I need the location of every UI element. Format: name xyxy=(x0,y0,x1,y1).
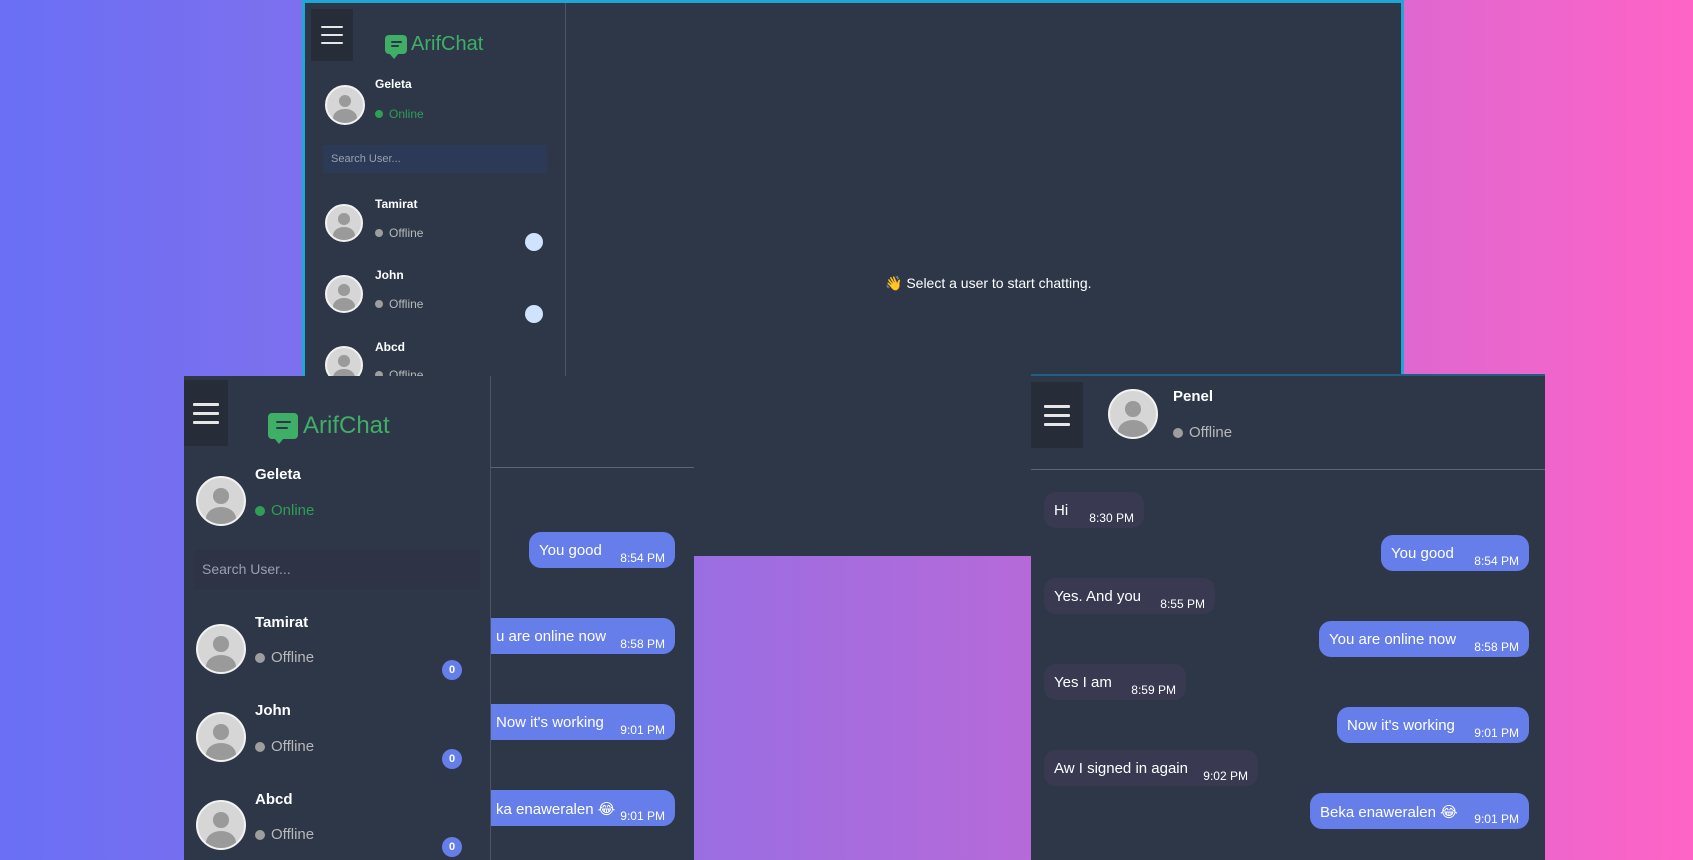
unread-badge: 0 xyxy=(442,749,462,769)
current-user-name: Geleta xyxy=(375,77,412,91)
hamburger-icon xyxy=(1044,404,1070,408)
sidebar: ArifChat Geleta Online Tamirat Offline 0… xyxy=(184,376,491,860)
offline-dot-icon xyxy=(1173,427,1183,438)
unread-badge: 0 xyxy=(442,660,462,680)
offline-dot-icon xyxy=(255,741,265,752)
current-user-status: Online xyxy=(375,107,424,121)
offline-dot-icon xyxy=(375,300,383,308)
offline-dot-icon xyxy=(255,652,265,663)
offline-dot-icon xyxy=(375,229,383,237)
avatar xyxy=(325,204,363,242)
chat-bubble-icon xyxy=(268,413,298,444)
message-outgoing: You good 8:54 PM xyxy=(529,532,675,568)
search-input[interactable] xyxy=(323,145,547,173)
mobile-conversation-window: Penel Offline Hi 8:30 PM You good 8:54 PM … xyxy=(1031,374,1545,860)
user-name: Abcd xyxy=(375,340,405,354)
search-input[interactable] xyxy=(194,549,480,589)
empty-state-text: 👋 Select a user to start chatting. xyxy=(885,275,1092,291)
user-name: Tamirat xyxy=(255,614,309,631)
header-divider xyxy=(1031,469,1545,470)
current-user-status: Online xyxy=(255,502,314,519)
user-status: Offline xyxy=(255,738,314,755)
message-incoming: Aw I signed in again 9:02 PM xyxy=(1044,750,1258,786)
message-outgoing: Now it's working 9:01 PM xyxy=(474,704,675,740)
user-name: Tamirat xyxy=(375,197,418,211)
avatar xyxy=(196,800,246,850)
user-name: John xyxy=(375,268,404,282)
current-user-name: Geleta xyxy=(255,466,301,483)
avatar xyxy=(325,85,365,125)
contact-status: Offline xyxy=(1173,424,1232,441)
user-name: Abcd xyxy=(255,791,293,808)
offline-dot-icon xyxy=(255,829,265,840)
chat-bubble-icon xyxy=(385,35,407,59)
message-outgoing: u are online now 8:58 PM xyxy=(474,618,675,654)
avatar xyxy=(325,275,363,313)
avatar xyxy=(196,624,246,674)
hamburger-icon xyxy=(193,402,219,406)
mobile-chat-window: You good 8:54 PM u are online now 8:58 PM … xyxy=(184,376,694,860)
menu-button[interactable] xyxy=(311,9,353,61)
app-logo: ArifChat xyxy=(385,33,484,59)
user-status: Offline xyxy=(375,297,423,311)
contact-avatar[interactable] xyxy=(1108,389,1158,439)
message-incoming: Hi 8:30 PM xyxy=(1044,492,1144,528)
app-logo: ArifChat xyxy=(268,412,390,444)
avatar xyxy=(196,476,246,526)
hamburger-icon xyxy=(321,26,343,28)
user-status: Offline xyxy=(255,649,314,666)
message-outgoing: Beka enaweralen 😂 9:01 PM xyxy=(1310,793,1529,829)
user-status: Offline xyxy=(375,226,423,240)
message-outgoing: ka enaweralen 😂 9:01 PM xyxy=(474,790,675,826)
avatar xyxy=(196,712,246,762)
app-name: ArifChat xyxy=(411,33,484,55)
message-incoming: Yes I am 8:59 PM xyxy=(1044,664,1186,700)
message-outgoing: You good 8:54 PM xyxy=(1381,535,1529,571)
online-dot-icon xyxy=(255,505,265,516)
user-name: John xyxy=(255,702,291,719)
app-name: ArifChat xyxy=(303,412,390,439)
message-outgoing: Now it's working 9:01 PM xyxy=(1337,707,1529,743)
menu-button[interactable] xyxy=(1031,382,1083,448)
unread-badge: 0 xyxy=(525,305,543,323)
unread-badge: 0 xyxy=(525,233,543,251)
online-dot-icon xyxy=(375,110,383,118)
menu-button[interactable] xyxy=(184,380,228,446)
unread-badge: 0 xyxy=(442,837,462,857)
message-incoming: Yes. And you 8:55 PM xyxy=(1044,578,1215,614)
message-outgoing: You are online now 8:58 PM xyxy=(1319,621,1529,657)
user-status: Offline xyxy=(255,826,314,843)
contact-name: Penel xyxy=(1173,388,1214,405)
